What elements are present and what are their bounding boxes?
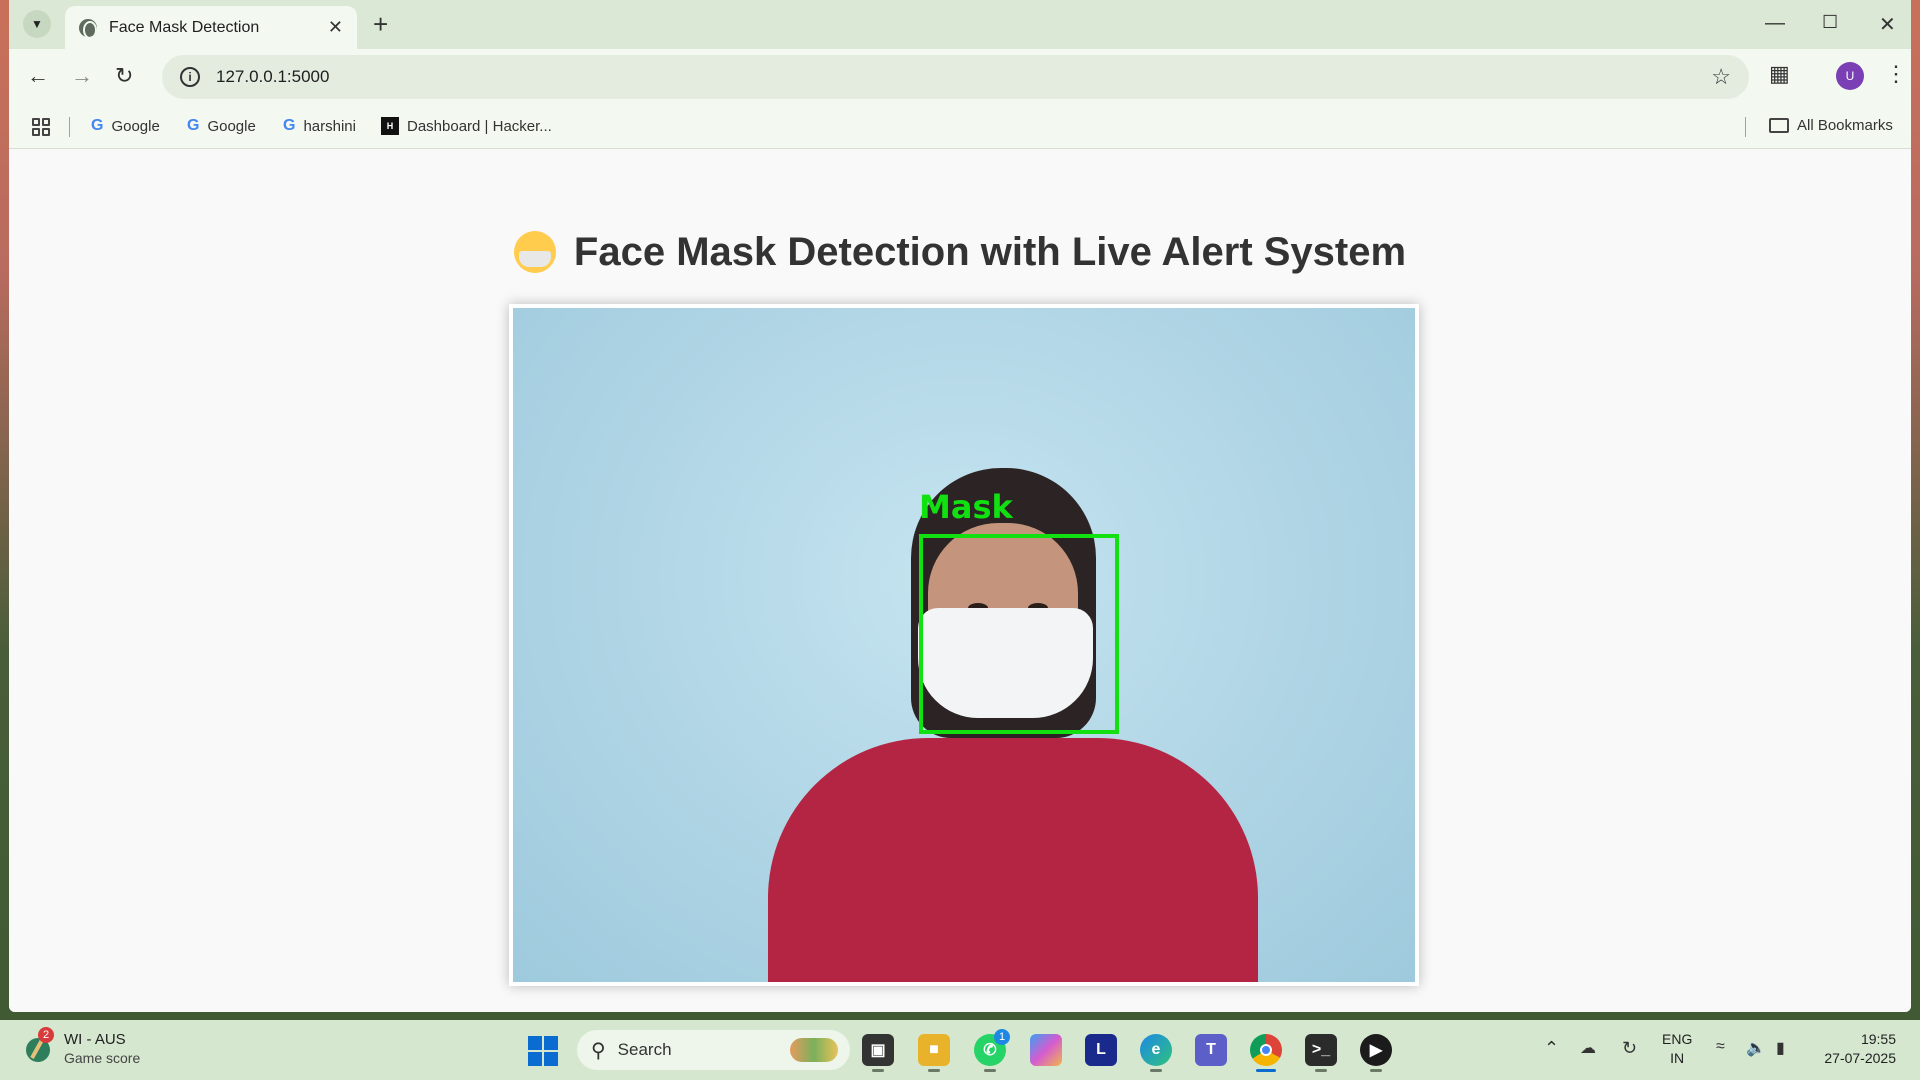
widget-badge: 2: [38, 1027, 54, 1043]
site-info-icon[interactable]: i: [180, 67, 200, 87]
folder-icon: [1769, 118, 1789, 133]
battery-icon[interactable]: ▮: [1776, 1038, 1785, 1058]
person-body: [768, 738, 1258, 982]
whatsapp-badge: 1: [994, 1029, 1010, 1045]
language-code: ENG: [1662, 1031, 1693, 1047]
bookmark-harshini[interactable]: G harshini: [283, 117, 356, 135]
search-placeholder: Search: [617, 1040, 672, 1059]
detection-label: Mask: [919, 488, 1013, 526]
google-icon: G: [91, 117, 104, 134]
chevron-up-icon[interactable]: ⌃: [1544, 1038, 1559, 1059]
bookmarks-divider: [69, 117, 70, 137]
bookmark-label: harshini: [303, 117, 356, 135]
start-button[interactable]: [528, 1036, 558, 1066]
copilot-icon[interactable]: [1030, 1034, 1062, 1066]
windows-taskbar: 2 WI - AUS Game score ⚲ Search ▣ ■ ✆ 1 L…: [0, 1020, 1920, 1080]
bookmark-label: Google: [111, 117, 160, 135]
teams-icon[interactable]: T: [1195, 1034, 1227, 1066]
widget-title: WI - AUS: [64, 1031, 126, 1048]
tab-title: Face Mask Detection: [109, 18, 260, 36]
apps-grid-icon[interactable]: [32, 118, 50, 136]
bookmarks-bar: G Google G Google G harshini H Dashboard…: [9, 105, 1911, 149]
bookmarks-divider: [1745, 117, 1746, 137]
tab-strip: ▼ Face Mask Detection ✕ + — ☐ ✕: [9, 0, 1911, 49]
forward-button[interactable]: →: [71, 63, 93, 89]
bookmark-star-icon[interactable]: ☆: [1711, 64, 1731, 90]
google-icon: G: [283, 117, 296, 134]
bookmark-label: Google: [207, 117, 256, 135]
detection-bounding-box: [919, 534, 1119, 734]
score-widget[interactable]: WI - AUS Game score: [64, 1030, 140, 1068]
extensions-icon[interactable]: ▦: [1769, 61, 1790, 87]
task-view-icon[interactable]: ▣: [862, 1034, 894, 1072]
search-highlight-image: [790, 1038, 838, 1062]
wifi-icon[interactable]: ≈: [1716, 1038, 1725, 1056]
hackerrank-icon: H: [381, 117, 399, 135]
language-indicator[interactable]: ENG IN: [1662, 1030, 1692, 1068]
app-indicator: [872, 1069, 884, 1072]
globe-icon: [79, 18, 97, 39]
address-bar[interactable]: i 127.0.0.1:5000 ☆: [162, 55, 1749, 99]
bookmark-hackerrank[interactable]: H Dashboard | Hacker...: [381, 117, 552, 135]
tab-search-button[interactable]: ▼: [23, 10, 51, 38]
reload-button[interactable]: ↻: [115, 63, 133, 89]
page-title: Face Mask Detection with Live Alert Syst…: [9, 230, 1911, 275]
page-title-text: Face Mask Detection with Live Alert Syst…: [573, 230, 1407, 274]
all-bookmarks-label: All Bookmarks: [1797, 117, 1893, 134]
url-text: 127.0.0.1:5000: [216, 67, 330, 86]
browser-toolbar: ← → ↻ i 127.0.0.1:5000 ☆ ▦ U ⋮: [9, 49, 1911, 105]
widget-subtitle: Game score: [64, 1050, 141, 1066]
edge-icon[interactable]: e: [1140, 1034, 1172, 1072]
back-button[interactable]: ←: [27, 63, 49, 89]
video-feed-frame: Mask: [509, 304, 1419, 986]
app-indicator: [984, 1069, 996, 1072]
file-explorer-icon[interactable]: ■: [918, 1034, 950, 1072]
profile-avatar[interactable]: U: [1836, 62, 1864, 90]
minimize-button[interactable]: —: [1765, 12, 1785, 35]
app-indicator: [928, 1069, 940, 1072]
clock-date: 27-07-2025: [1824, 1050, 1896, 1066]
chrome-icon[interactable]: [1250, 1034, 1282, 1072]
taskbar-search[interactable]: ⚲ Search: [577, 1030, 850, 1070]
all-bookmarks-button[interactable]: All Bookmarks: [1769, 117, 1893, 134]
l-app-icon[interactable]: L: [1085, 1034, 1117, 1066]
app-indicator-active: [1256, 1069, 1276, 1072]
close-window-button[interactable]: ✕: [1879, 12, 1896, 37]
onedrive-error-icon[interactable]: ☁: [1580, 1038, 1596, 1058]
clock-time: 19:55: [1860, 1031, 1896, 1047]
app-indicator: [1315, 1069, 1327, 1072]
app-indicator: [1370, 1069, 1382, 1072]
tab-face-mask-detection[interactable]: Face Mask Detection ✕: [65, 6, 357, 49]
search-icon: ⚲: [591, 1039, 606, 1062]
google-icon: G: [187, 117, 200, 134]
maximize-button[interactable]: ☐: [1822, 12, 1838, 33]
volume-icon[interactable]: 🔈: [1746, 1038, 1766, 1058]
browser-menu-icon[interactable]: ⋮: [1885, 61, 1907, 87]
region-code: IN: [1670, 1050, 1685, 1066]
browser-window: ▼ Face Mask Detection ✕ + — ☐ ✕ ← → ↻ i …: [9, 0, 1911, 1012]
media-player-icon[interactable]: ▶: [1360, 1034, 1392, 1072]
clock[interactable]: 19:55 27-07-2025: [1816, 1030, 1896, 1068]
mask-emoji-icon: [513, 231, 556, 273]
bookmark-google-1[interactable]: G Google: [91, 117, 160, 135]
bookmark-label: Dashboard | Hacker...: [407, 117, 552, 135]
page-content: Face Mask Detection with Live Alert Syst…: [9, 150, 1911, 1012]
terminal-icon[interactable]: >_: [1305, 1034, 1337, 1072]
live-video-feed: Mask: [513, 308, 1415, 982]
bookmark-google-2[interactable]: G Google: [187, 117, 256, 135]
sync-icon[interactable]: ↻: [1622, 1038, 1637, 1059]
close-tab-icon[interactable]: ✕: [328, 17, 343, 38]
app-indicator: [1150, 1069, 1162, 1072]
new-tab-button[interactable]: +: [373, 10, 388, 38]
